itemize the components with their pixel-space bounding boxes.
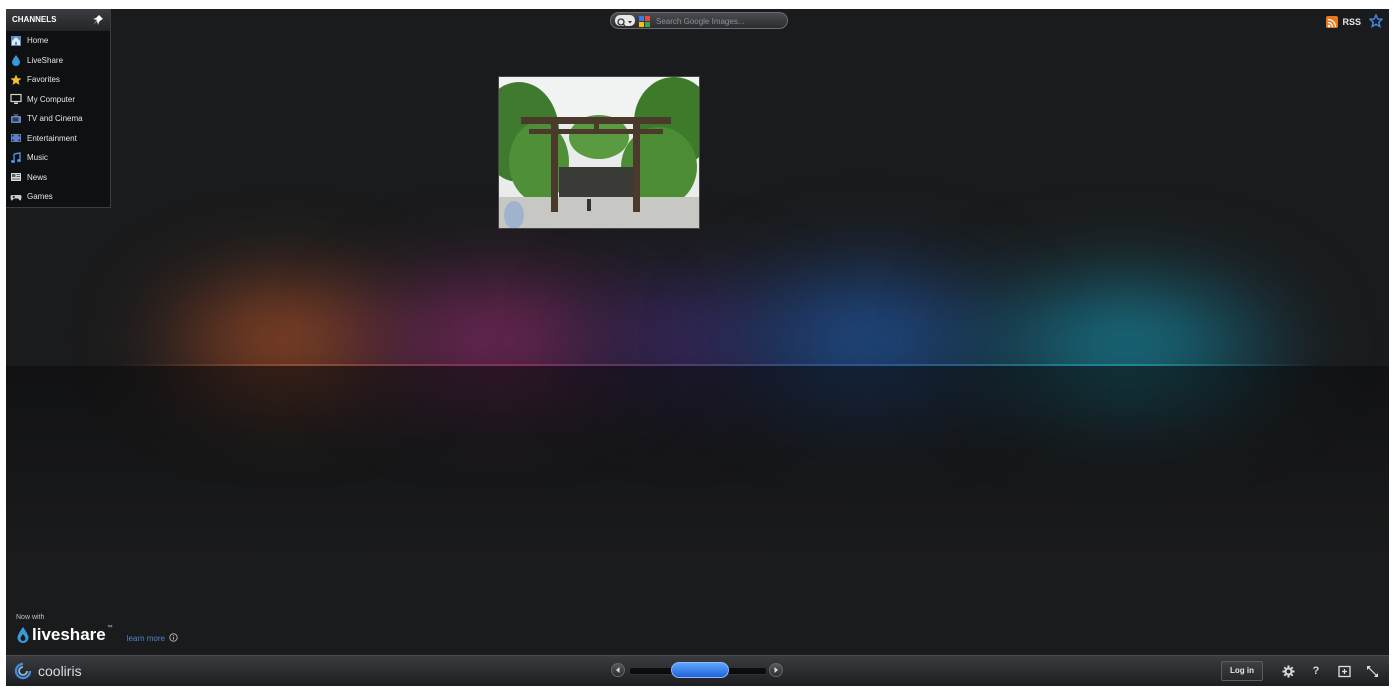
info-icon[interactable]	[169, 632, 178, 644]
sidebar-item-label: Music	[27, 153, 48, 163]
channels-header: CHANNELS	[6, 9, 110, 31]
sidebar-item-favorites[interactable]: Favorites	[6, 70, 110, 90]
cooliris-brand[interactable]: cooliris	[14, 662, 82, 680]
rss-icon	[1326, 16, 1339, 28]
arrow-right-icon	[774, 667, 778, 673]
sidebar-item-entertainment[interactable]: Entertainment	[6, 129, 110, 149]
gear-icon	[1282, 665, 1294, 678]
channels-panel: CHANNELS Home LiveShare Favorites My Com…	[6, 9, 111, 208]
promo-now-with: Now with	[16, 614, 45, 621]
sidebar-item-label: TV and Cinema	[27, 114, 83, 124]
sidebar-item-label: LiveShare	[27, 55, 64, 65]
pin-icon[interactable]	[92, 14, 104, 26]
sidebar-item-label: My Computer	[27, 94, 76, 104]
favorite-star-icon[interactable]	[1369, 14, 1383, 28]
login-button[interactable]: Log in	[1221, 661, 1263, 681]
sidebar-item-liveshare[interactable]: LiveShare	[6, 51, 110, 71]
liveshare-drop-icon	[12, 55, 20, 67]
sidebar-item-label: Entertainment	[27, 133, 77, 143]
liveshare-drop-icon	[17, 627, 29, 643]
gamepad-icon	[10, 194, 22, 201]
screen-plus-icon	[1337, 665, 1351, 677]
monitor-icon	[10, 94, 22, 105]
sidebar-item-my-computer[interactable]: My Computer	[6, 90, 110, 110]
expand-icon	[1366, 665, 1378, 677]
scroll-left-button[interactable]	[611, 663, 625, 677]
trademark-mark: ™	[106, 625, 113, 631]
scroll-thumb[interactable]	[671, 662, 729, 678]
tv-icon	[11, 113, 21, 123]
channels-title: CHANNELS	[12, 15, 57, 24]
search-box	[610, 12, 788, 29]
toolbar-right: Log in ?	[1221, 661, 1383, 681]
sidebar-item-label: Favorites	[27, 75, 60, 85]
star-icon	[10, 74, 22, 85]
rss-button[interactable]: RSS	[1326, 15, 1367, 29]
music-note-icon	[11, 151, 21, 163]
sidebar-item-games[interactable]: Games	[6, 187, 110, 207]
search-provider-dropdown[interactable]	[615, 15, 635, 27]
help-button[interactable]: ?	[1305, 662, 1327, 680]
rss-label: RSS	[1342, 17, 1361, 27]
wall-floor	[6, 366, 1389, 686]
sidebar-item-music[interactable]: Music	[6, 148, 110, 168]
torii-gate-photo	[499, 77, 699, 228]
scroll-right-button[interactable]	[769, 663, 783, 677]
sidebar-item-home[interactable]: Home	[6, 31, 110, 51]
image-thumbnail[interactable]	[499, 77, 699, 228]
sidebar-item-news[interactable]: News	[6, 168, 110, 188]
add-to-screen-button[interactable]	[1333, 662, 1355, 680]
bottom-toolbar: cooliris Log in ?	[6, 655, 1389, 686]
search-icon	[617, 18, 632, 27]
home-icon	[11, 35, 21, 46]
newspaper-icon	[11, 173, 21, 182]
sidebar-item-label: Home	[27, 36, 49, 46]
film-icon	[11, 134, 21, 143]
liveshare-wordmark: liveshare	[32, 625, 106, 644]
liveshare-logo[interactable]: liveshare ™ learn more	[16, 625, 178, 645]
wall-scroller[interactable]	[611, 661, 783, 679]
learn-more-link[interactable]: learn more	[127, 634, 165, 643]
fullscreen-button[interactable]	[1361, 662, 1383, 680]
arrow-left-icon	[616, 667, 620, 673]
sidebar-item-label: Games	[27, 192, 53, 202]
google-images-icon	[639, 16, 650, 27]
cooliris-logo-icon	[14, 662, 32, 680]
cooliris-wordmark: cooliris	[38, 663, 82, 679]
sidebar-item-label: News	[27, 172, 48, 182]
cooliris-wall: CHANNELS Home LiveShare Favorites My Com…	[6, 9, 1389, 686]
liveshare-promo: Now with liveshare ™ learn more	[16, 614, 178, 645]
sidebar-item-tv-and-cinema[interactable]: TV and Cinema	[6, 109, 110, 129]
search-input[interactable]	[654, 14, 786, 29]
settings-button[interactable]	[1277, 662, 1299, 680]
